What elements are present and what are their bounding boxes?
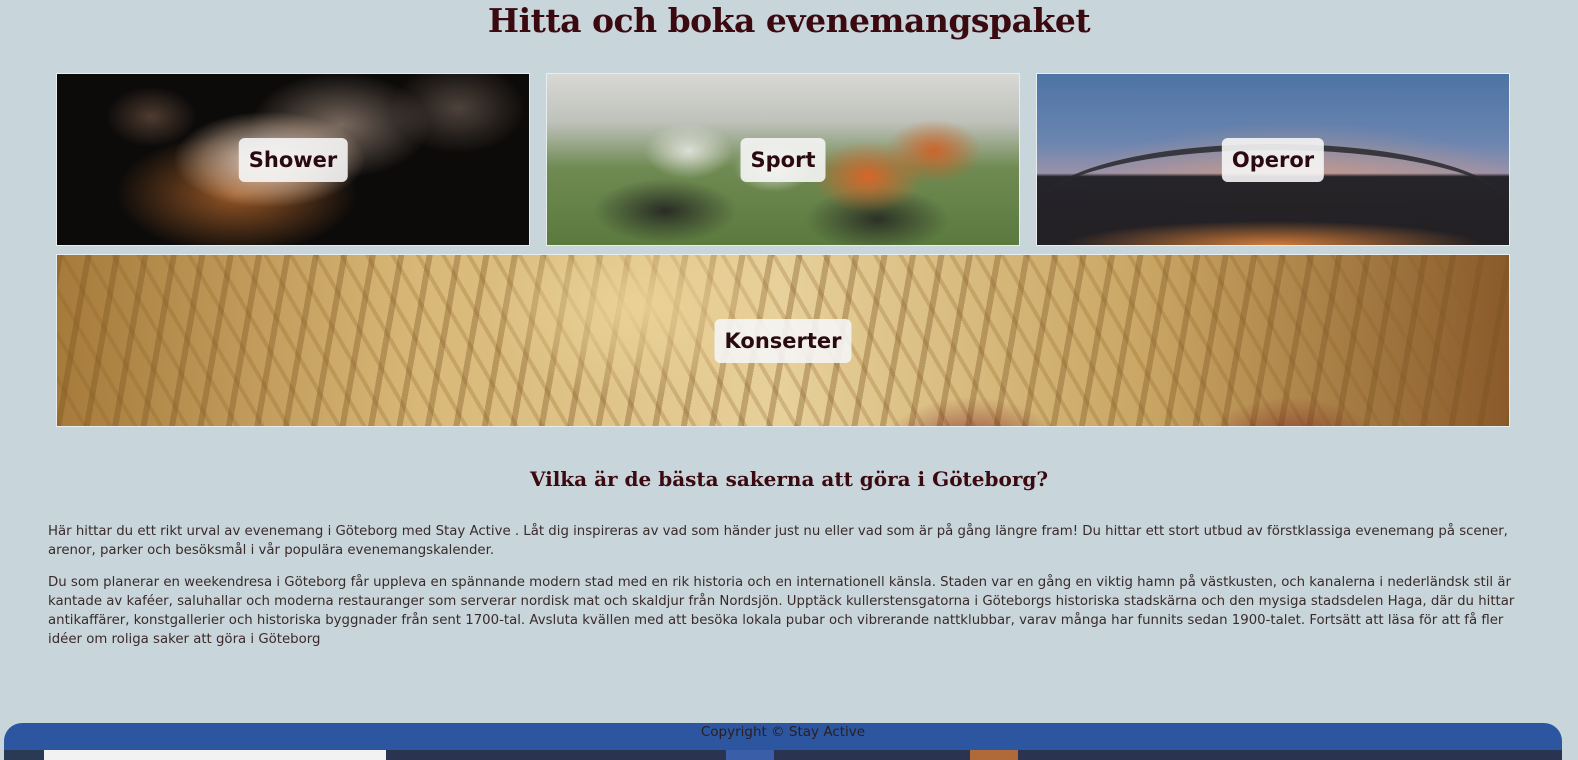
page: Hitta och boka evenemangspaket Shower Sp… xyxy=(0,0,1578,760)
category-tile-sport[interactable]: Sport xyxy=(546,73,1020,246)
footer-strip-navy xyxy=(386,750,726,760)
page-title: Hitta och boka evenemangspaket xyxy=(487,1,1091,40)
section-heading: Vilka är de bästa sakerna att göra i Göt… xyxy=(529,467,1049,491)
category-label-konserter[interactable]: Konserter xyxy=(714,318,852,363)
footer-strip-blue xyxy=(726,750,774,760)
footer-strip-light xyxy=(44,750,386,760)
footer-strip-navy-2 xyxy=(774,750,970,760)
footer-copyright: Copyright © Stay Active xyxy=(700,724,866,740)
footer-strip-dark xyxy=(4,750,44,760)
category-tile-operor[interactable]: Operor xyxy=(1036,73,1510,246)
footer-strip-orange xyxy=(970,750,1018,760)
footer-strip-navy-3 xyxy=(1018,750,1562,760)
category-label-sport[interactable]: Sport xyxy=(740,137,826,182)
category-label-operor[interactable]: Operor xyxy=(1221,137,1325,182)
category-tile-konserter[interactable]: Konserter xyxy=(56,254,1510,427)
category-tile-shower[interactable]: Shower xyxy=(56,73,530,246)
details-paragraph: Du som planerar en weekendresa i Götebor… xyxy=(48,575,1515,647)
category-label-shower[interactable]: Shower xyxy=(238,137,348,182)
intro-paragraph: Här hittar du ett rikt urval av eveneman… xyxy=(48,524,1508,558)
